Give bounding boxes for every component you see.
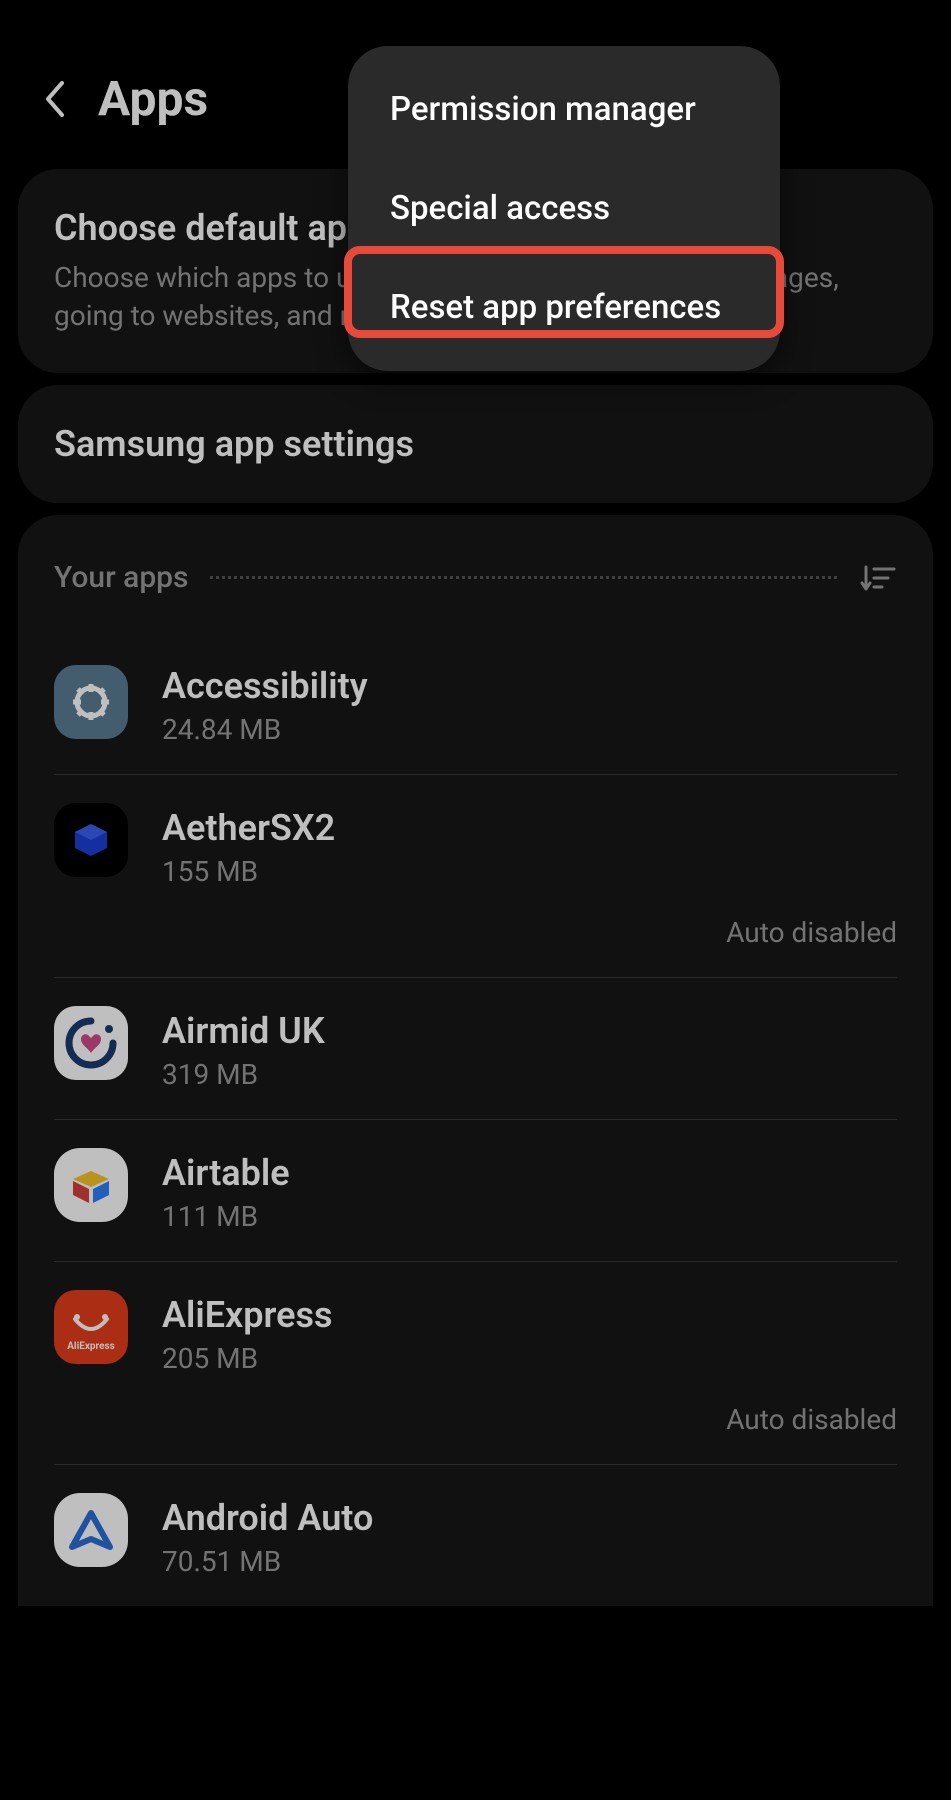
app-row-airmid[interactable]: Airmid UK 319 MB (54, 977, 897, 1119)
app-row-aliexpress[interactable]: AliExpress AliExpress 205 MB Auto disabl… (54, 1261, 897, 1464)
menu-item-reset-app-preferences[interactable]: Reset app preferences (348, 258, 780, 357)
app-icon-aliexpress: AliExpress (54, 1290, 128, 1364)
overflow-menu: Permission manager Special access Reset … (348, 46, 780, 371)
menu-item-special-access[interactable]: Special access (348, 159, 780, 258)
apps-section: Your apps Accessibi (18, 515, 933, 1606)
app-row-aethersx2[interactable]: AetherSX2 155 MB Auto disabled (54, 774, 897, 977)
back-icon[interactable] (40, 85, 68, 113)
app-icon-airtable (54, 1148, 128, 1222)
app-name: AetherSX2 (162, 807, 897, 849)
svg-text:AliExpress: AliExpress (67, 1341, 115, 1352)
app-size: 155 MB (162, 855, 897, 888)
app-status: Auto disabled (162, 1403, 897, 1436)
app-row-androidauto[interactable]: Android Auto 70.51 MB (54, 1464, 897, 1606)
app-name: Airmid UK (162, 1010, 897, 1052)
app-size: 24.84 MB (162, 713, 897, 746)
sort-icon[interactable] (859, 559, 897, 597)
app-name: AliExpress (162, 1294, 897, 1336)
app-icon-airmid (54, 1006, 128, 1080)
app-icon-androidauto (54, 1493, 128, 1567)
app-row-airtable[interactable]: Airtable 111 MB (54, 1119, 897, 1261)
app-icon-accessibility (54, 665, 128, 739)
apps-list-header: Your apps (54, 559, 897, 597)
page-title: Apps (98, 70, 208, 127)
divider-dots (210, 576, 837, 579)
app-size: 111 MB (162, 1200, 897, 1233)
app-name: Android Auto (162, 1497, 897, 1539)
app-name: Accessibility (162, 665, 897, 707)
app-size: 319 MB (162, 1058, 897, 1091)
app-size: 205 MB (162, 1342, 897, 1375)
menu-item-permission-manager[interactable]: Permission manager (348, 60, 780, 159)
app-row-accessibility[interactable]: Accessibility 24.84 MB (54, 637, 897, 774)
app-icon-aethersx2 (54, 803, 128, 877)
app-name: Airtable (162, 1152, 897, 1194)
samsung-app-settings-title: Samsung app settings (54, 423, 897, 465)
app-status: Auto disabled (162, 916, 897, 949)
your-apps-label: Your apps (54, 560, 188, 595)
samsung-app-settings-card[interactable]: Samsung app settings (18, 385, 933, 503)
app-size: 70.51 MB (162, 1545, 897, 1578)
